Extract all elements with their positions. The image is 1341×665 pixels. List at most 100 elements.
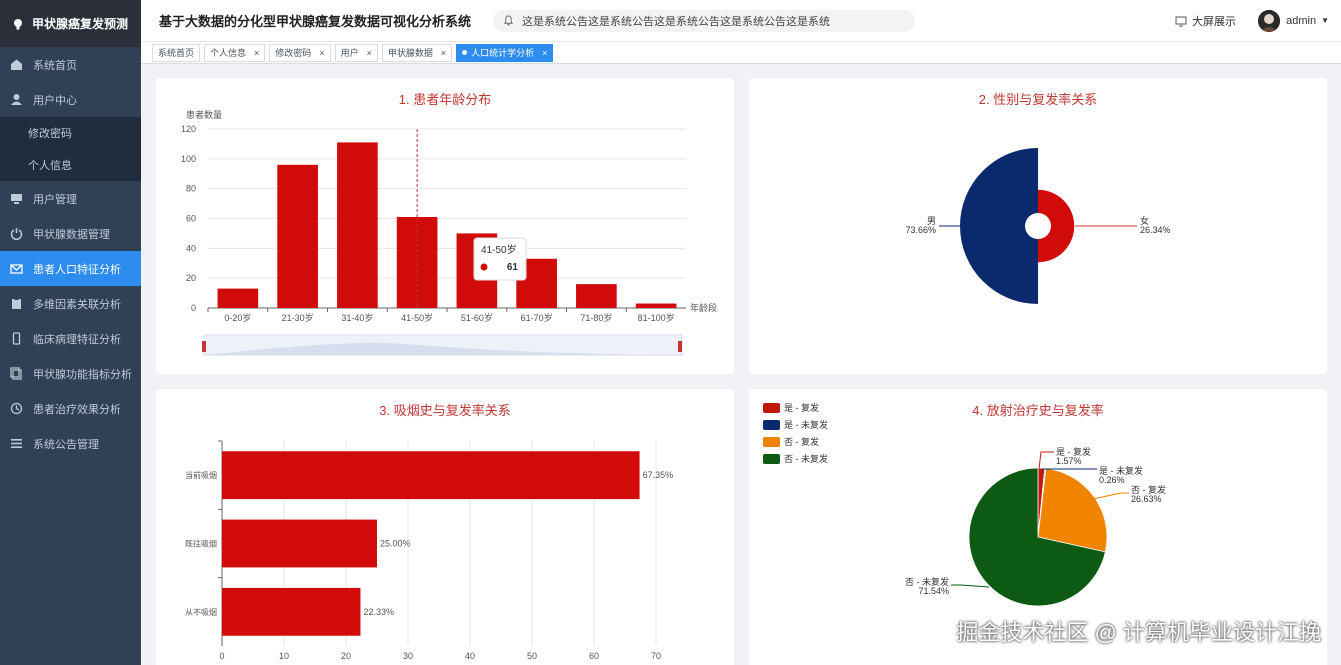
notice-bar[interactable]: 这是系统公告这是系统公告这是系统公告这是系统公告这是系统 — [493, 9, 916, 32]
copy-icon — [10, 367, 23, 380]
sidebar-item-10[interactable]: 患者治疗效果分析 — [0, 391, 141, 426]
app-title: 甲状腺癌复发预测 — [32, 17, 129, 31]
close-icon[interactable]: × — [542, 48, 547, 58]
bar-label: 67.35% — [643, 470, 674, 480]
sidebar-item-8[interactable]: 临床病理特征分析 — [0, 321, 141, 356]
tooltip-value: 61 — [507, 262, 519, 273]
tag-label: 用户 — [340, 48, 359, 58]
sidebar-item-5[interactable]: 甲状腺数据管理 — [0, 216, 141, 251]
tag-2[interactable]: 修改密码 × — [269, 43, 331, 62]
tooltip-category: 41-50岁 — [481, 243, 517, 256]
phone-icon — [10, 332, 23, 345]
slice-label-0: 1.57% — [1056, 456, 1082, 466]
sidebar-item-label: 多维因素关联分析 — [33, 298, 121, 311]
y-tick-label: 0 — [191, 303, 196, 313]
y-tick-label: 当前吸烟 — [185, 470, 217, 480]
sidebar-item-label: 系统首页 — [33, 59, 77, 72]
bar-label: 25.00% — [380, 539, 411, 549]
bar-1 — [222, 519, 377, 568]
bar-label: 22.33% — [363, 607, 394, 617]
bar-1 — [277, 164, 318, 308]
x-tick-label: 0-20岁 — [224, 312, 251, 323]
y-tick-label: 40 — [186, 243, 196, 253]
x-axis-title: 年龄段 — [690, 302, 717, 313]
bar-6 — [576, 284, 617, 308]
tag-0[interactable]: 系统首页 — [152, 43, 201, 62]
x-tick-label: 20 — [341, 651, 351, 661]
monitor-icon — [1175, 16, 1187, 26]
close-icon[interactable]: × — [319, 48, 324, 58]
sidebar-item-label: 甲状腺功能指标分析 — [33, 368, 132, 381]
y-tick-label: 100 — [181, 154, 196, 164]
sidebar-item-label: 系统公告管理 — [33, 438, 99, 451]
sidebar-item-0[interactable]: 系统首页 — [0, 47, 141, 82]
tag-5[interactable]: 人口统计学分析 × — [456, 43, 554, 62]
x-tick-label: 60 — [589, 651, 599, 661]
close-icon[interactable]: × — [367, 48, 372, 58]
sidebar-item-label: 个人信息 — [28, 160, 72, 172]
legend-label: 是 - 复发 — [784, 402, 819, 413]
label-line-2 — [1092, 492, 1129, 500]
x-tick-label: 70 — [651, 651, 661, 661]
bulb-icon — [14, 18, 22, 29]
big-screen-label: 大屏展示 — [1192, 15, 1236, 28]
list-icon — [10, 437, 23, 450]
big-screen-button[interactable]: 大屏展示 — [1175, 13, 1236, 29]
caret-down-icon: ▼ — [1321, 16, 1329, 25]
x-tick-label: 31-40岁 — [341, 312, 373, 323]
sidebar-item-1[interactable]: 用户中心 — [0, 82, 141, 117]
sidebar-item-label: 用户中心 — [33, 94, 77, 107]
x-tick-label: 81-100岁 — [638, 312, 675, 323]
smoking-chart[interactable]: 0 10 20 30 40 50 60 70 当前吸烟 67.35% 既往吸烟 25.00% 从不吸烟 2… — [156, 389, 734, 665]
slice-label-3: 71.54% — [918, 586, 949, 596]
x-tick-label: 51-60岁 — [461, 312, 493, 323]
sidebar-item-7[interactable]: 多维因素关联分析 — [0, 286, 141, 321]
sidebar-item-4[interactable]: 用户管理 — [0, 181, 141, 216]
bar-0 — [222, 451, 640, 500]
user-menu[interactable]: admin ▼ — [1258, 9, 1329, 32]
tag-label: 个人信息 — [210, 48, 247, 58]
datazoom-handle-right — [678, 341, 682, 352]
sidebar-item-11[interactable]: 系统公告管理 — [0, 426, 141, 461]
tooltip: 41-50岁 61 — [473, 237, 527, 281]
slice-label-male: 73.66% — [905, 225, 936, 235]
legend-swatch-2 — [763, 437, 780, 447]
age-chart-card: 1. 患者年龄分布 患者数量 0 20 40 60 80 100 120 年龄段 0-20岁 21-… — [156, 78, 734, 374]
smoking-chart-card: 3. 吸烟史与复发率关系 0 10 20 30 40 50 60 70 当前吸烟 67.35% 既往… — [156, 389, 734, 665]
username: admin — [1286, 14, 1317, 27]
x-tick-label: 40 — [465, 651, 475, 661]
system-title: 基于大数据的分化型甲状腺癌复发数据可视化分析系统 — [159, 14, 472, 29]
power-icon — [10, 227, 23, 240]
age-chart[interactable]: 患者数量 0 20 40 60 80 100 120 年龄段 0-20岁 21-30岁 31-40岁 4… — [156, 78, 734, 374]
tag-4[interactable]: 甲状腺数据 × — [381, 43, 453, 62]
app-logo[interactable]: 甲状腺癌复发预测 — [0, 0, 141, 47]
x-tick-label: 61-70岁 — [521, 312, 553, 323]
sidebar-item-3[interactable]: 个人信息 — [0, 149, 141, 181]
x-tick-label: 41-50岁 — [401, 312, 433, 323]
bell-icon — [503, 15, 514, 26]
slice-label-female: 26.34% — [1140, 225, 1171, 235]
sidebar-item-label: 患者治疗效果分析 — [33, 403, 121, 416]
sidebar-item-2[interactable]: 修改密码 — [0, 117, 141, 149]
avatar[interactable] — [1258, 9, 1281, 32]
sidebar-item-label: 修改密码 — [28, 128, 72, 140]
y-tick-label: 120 — [181, 124, 196, 134]
gender-chart[interactable]: 男73.66%女26.34% — [749, 78, 1327, 374]
close-icon[interactable]: × — [254, 48, 259, 58]
bar-2 — [222, 587, 361, 636]
sidebar: 甲状腺癌复发预测 系统首页用户中心修改密码个人信息用户管理 甲状腺数据管理 患者人口… — [0, 0, 141, 665]
label-line-0 — [1038, 451, 1054, 470]
monitor-icon — [10, 192, 23, 205]
pie-slice-0 — [960, 148, 1038, 304]
tag-3[interactable]: 用户 × — [334, 43, 378, 62]
legend-label: 否 - 未复发 — [784, 453, 828, 464]
x-tick-label: 71-80岁 — [580, 312, 612, 323]
tag-1[interactable]: 个人信息 × — [204, 43, 266, 62]
sidebar-item-6[interactable]: 患者人口特征分析 — [0, 251, 141, 286]
tag-label: 系统首页 — [158, 48, 195, 58]
sidebar-item-9[interactable]: 甲状腺功能指标分析 — [0, 356, 141, 391]
close-icon[interactable]: × — [441, 48, 446, 58]
top-header: 基于大数据的分化型甲状腺癌复发数据可视化分析系统 这是系统公告这是系统公告这是系… — [141, 0, 1341, 42]
x-tick-label: 10 — [279, 651, 289, 661]
legend-label: 是 - 未复发 — [784, 419, 828, 430]
